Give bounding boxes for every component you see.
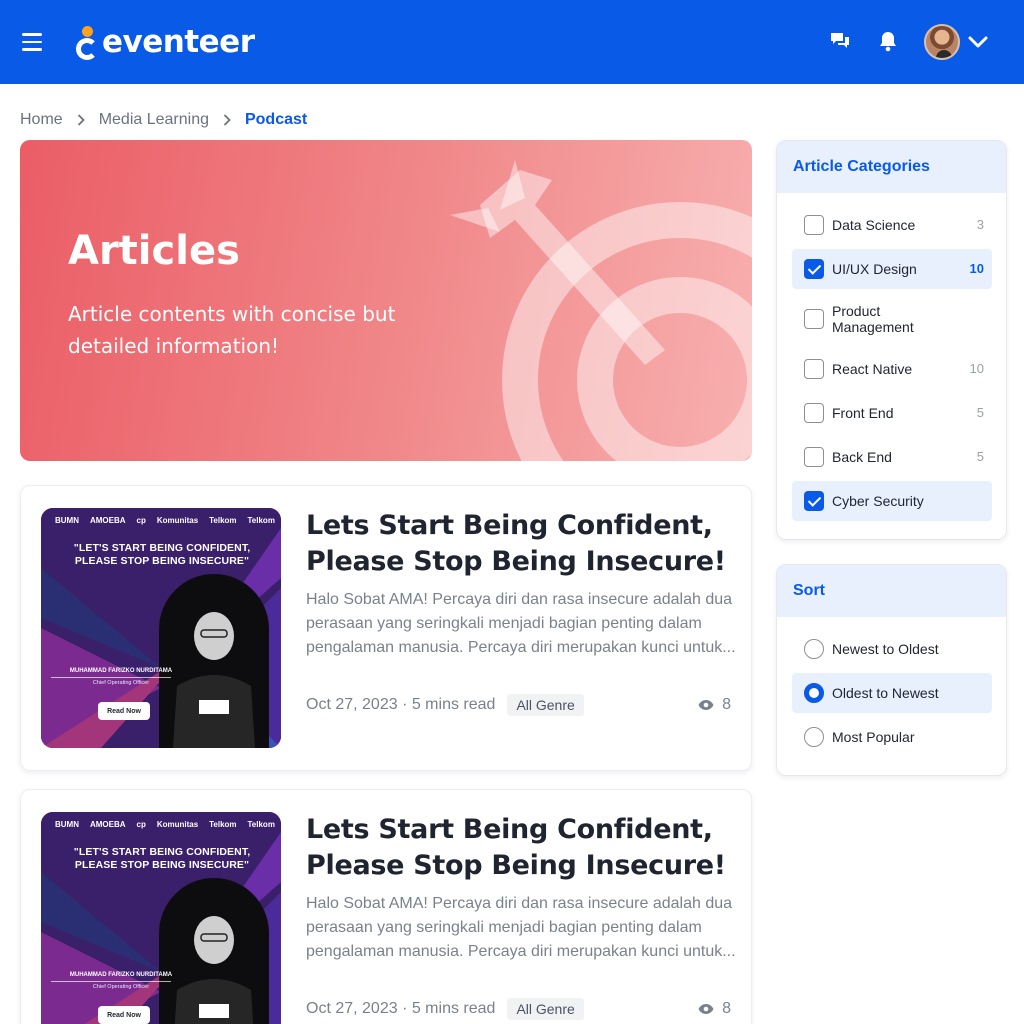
category-count: 5 xyxy=(976,449,984,464)
read-now-button[interactable]: Read Now xyxy=(98,1006,150,1024)
article-card[interactable]: BUMN AMOEBA cp Komunitas Telkom Telkom "LET'S… xyxy=(20,485,752,771)
view-count: 8 xyxy=(698,694,731,716)
article-excerpt: Halo Sobat AMA! Percaya diri dan rasa in… xyxy=(306,895,736,960)
divider xyxy=(51,677,171,678)
chat-icon[interactable] xyxy=(827,28,853,54)
article-date-readtime: Oct 27, 2023 · 5 mins read xyxy=(306,696,496,713)
speaker-role: Chief Operating Officer xyxy=(92,680,150,686)
speaker-name: MUHAMMAD FARIZKO NURDITAMA xyxy=(69,972,173,978)
speaker-photo xyxy=(159,574,269,748)
hero-banner: Articles Article contents with concise b… xyxy=(20,140,752,461)
radio-button-selected[interactable] xyxy=(804,683,824,703)
partner-logos: BUMN AMOEBA cp Komunitas Telkom Telkom xyxy=(55,516,275,525)
article-title[interactable]: Lets Start Being Confident, Please Stop … xyxy=(306,508,736,580)
sort-option-most-popular[interactable]: Most Popular xyxy=(792,717,992,757)
breadcrumb-media-learning[interactable]: Media Learning xyxy=(99,111,209,129)
article-thumbnail[interactable]: BUMN AMOEBA cp Komunitas Telkom Telkom "LET'S… xyxy=(41,812,281,1024)
thumbnail-quote: "LET'S START BEING CONFIDENT, PLEASE STO… xyxy=(73,542,251,567)
article-excerpt: Halo Sobat AMA! Percaya diri dan rasa in… xyxy=(306,591,736,656)
user-avatar[interactable] xyxy=(924,24,960,60)
breadcrumb-current[interactable]: Podcast xyxy=(245,111,307,129)
speaker-photo xyxy=(159,878,269,1024)
divider xyxy=(51,981,171,982)
category-count: 3 xyxy=(976,217,984,232)
article-meta: Oct 27, 2023 · 5 mins read All Genre xyxy=(306,998,584,1020)
hamburger-icon[interactable] xyxy=(22,33,42,51)
brand-logo[interactable]: eventeer xyxy=(76,22,255,62)
breadcrumb-home[interactable]: Home xyxy=(20,111,63,129)
article-categories-panel: Article Categories Data Science 3 UI/UX … xyxy=(776,140,1007,540)
brand-name: eventeer xyxy=(102,24,255,60)
genre-tag[interactable]: All Genre xyxy=(507,998,584,1020)
read-now-button[interactable]: Read Now xyxy=(98,702,150,720)
checkbox[interactable] xyxy=(804,403,824,423)
sort-option-oldest[interactable]: Oldest to Newest xyxy=(792,673,992,713)
category-option-uiux-design[interactable]: UI/UX Design 10 xyxy=(792,249,992,289)
bell-icon[interactable] xyxy=(875,28,901,54)
partner-logos: BUMN AMOEBA cp Komunitas Telkom Telkom xyxy=(55,820,275,829)
target-arrow-icon xyxy=(450,160,752,461)
category-option-react-native[interactable]: React Native 10 xyxy=(792,349,992,389)
hero-subtitle: Article contents with concise but detail… xyxy=(68,302,396,358)
chevron-right-icon xyxy=(223,114,231,126)
checkbox[interactable] xyxy=(804,447,824,467)
view-count: 8 xyxy=(698,998,731,1020)
category-option-data-science[interactable]: Data Science 3 xyxy=(792,205,992,245)
thumbnail-quote: "LET'S START BEING CONFIDENT, PLEASE STO… xyxy=(73,846,251,871)
article-title[interactable]: Lets Start Being Confident, Please Stop … xyxy=(306,812,736,884)
hero-title: Articles xyxy=(68,228,240,274)
chevron-right-icon xyxy=(77,114,85,126)
article-thumbnail[interactable]: BUMN AMOEBA cp Komunitas Telkom Telkom "LET'S… xyxy=(41,508,281,748)
breadcrumb: Home Media Learning Podcast xyxy=(20,110,307,130)
panel-title: Sort xyxy=(777,565,1006,617)
radio-button[interactable] xyxy=(804,639,824,659)
article-date-readtime: Oct 27, 2023 · 5 mins read xyxy=(306,1000,496,1017)
article-card[interactable]: BUMN AMOEBA cp Komunitas Telkom Telkom "LET'S… xyxy=(20,789,752,1024)
category-option-front-end[interactable]: Front End 5 xyxy=(792,393,992,433)
logo-mark-icon xyxy=(76,24,100,60)
checkbox[interactable] xyxy=(804,215,824,235)
genre-tag[interactable]: All Genre xyxy=(507,694,584,716)
radio-button[interactable] xyxy=(804,727,824,747)
checkbox-checked[interactable] xyxy=(804,259,824,279)
category-option-cyber-security[interactable]: Cyber Security xyxy=(792,481,992,521)
chevron-down-icon[interactable] xyxy=(966,30,990,54)
speaker-name: MUHAMMAD FARIZKO NURDITAMA xyxy=(69,668,173,674)
checkbox-checked[interactable] xyxy=(804,491,824,511)
category-option-back-end[interactable]: Back End 5 xyxy=(792,437,992,477)
checkbox[interactable] xyxy=(804,309,824,329)
eye-icon xyxy=(698,1004,714,1014)
sort-panel: Sort Newest to Oldest Oldest to Newest M… xyxy=(776,564,1007,776)
category-count: 10 xyxy=(969,361,984,376)
sort-option-newest[interactable]: Newest to Oldest xyxy=(792,629,992,669)
category-count: 5 xyxy=(976,405,984,420)
speaker-role: Chief Operating Officer xyxy=(92,984,150,990)
category-count: 10 xyxy=(969,261,984,276)
category-option-product-management[interactable]: Product Management xyxy=(792,293,992,345)
panel-title: Article Categories xyxy=(777,141,1006,193)
top-navbar: eventeer xyxy=(0,0,1024,84)
eye-icon xyxy=(698,700,714,710)
checkbox[interactable] xyxy=(804,359,824,379)
article-meta: Oct 27, 2023 · 5 mins read All Genre xyxy=(306,694,584,716)
